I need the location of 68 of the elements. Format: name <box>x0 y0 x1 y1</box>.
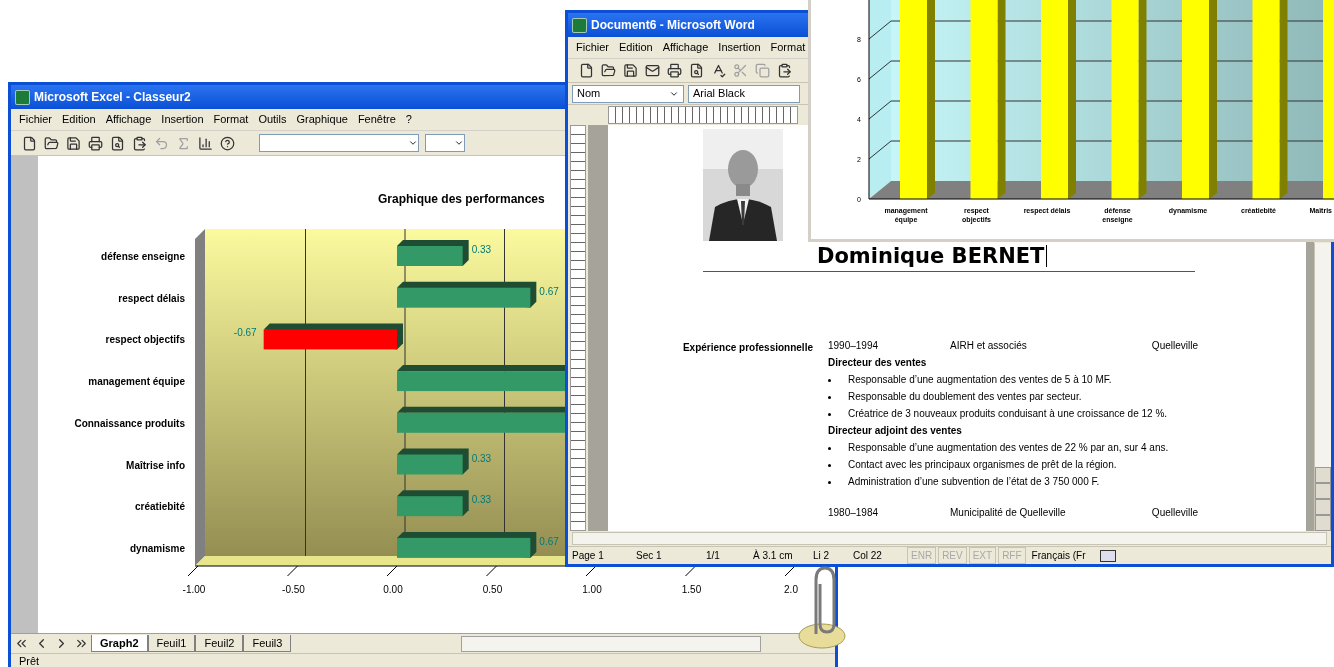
menu-item[interactable]: ? <box>405 111 412 128</box>
status-pages: 1/1 <box>706 549 721 563</box>
axis-label: 0.50 <box>482 584 503 595</box>
data-label: -0.67 <box>233 327 257 339</box>
axis-label: 1.00 <box>582 584 602 595</box>
city: Quelleville <box>1151 340 1198 352</box>
menu-item[interactable]: Affichage <box>662 39 709 56</box>
font-dropdown[interactable]: Arial Black <box>688 84 800 103</box>
window-title: Document6 - Microsoft Word <box>591 17 755 34</box>
status-text: Prêt <box>19 654 40 667</box>
job-period: 1980–1984 <box>828 507 880 519</box>
name-heading: Dominique BERNET <box>817 243 1045 269</box>
employer: AIRH et associés <box>950 340 1028 352</box>
sheet-tab[interactable]: Feuil2 <box>195 634 244 653</box>
employer: Municipalité de Quelleville <box>950 507 1067 519</box>
bullet-text: Contact avec les principaux organismes de prêt de la région. <box>848 459 1117 471</box>
category-label: Connaissance produits <box>74 417 185 429</box>
bullet-text: Responsable d’une augmentation des ventes de 5 à 10 MF. <box>848 374 1112 386</box>
menu-item[interactable]: Format <box>213 111 249 128</box>
status-position: À 3.1 cm <box>753 548 794 563</box>
menu-item[interactable]: Fichier <box>19 111 52 128</box>
category-label: respect délais <box>118 292 185 304</box>
city: Quelleville <box>1151 507 1198 519</box>
bullet-text: Responsable du doublement des ventes par secteur. <box>848 391 1082 403</box>
chart-title: Graphique des performances <box>378 192 545 206</box>
status-language: Français (Fr <box>1031 549 1086 563</box>
status-column: Col 22 <box>853 548 905 563</box>
menu-item[interactable]: Fichier <box>576 39 609 56</box>
style-dropdown[interactable]: Nom <box>572 84 684 103</box>
section-heading: Expérience professionnelle <box>681 341 813 355</box>
axis-label: -0.50 <box>282 584 305 595</box>
axis-label: 1.50 <box>681 584 702 595</box>
sheet-tab[interactable]: Feuil3 <box>243 634 292 653</box>
menu-item[interactable]: Fenêtre <box>357 111 396 128</box>
job-period: 1990–1994 <box>828 340 880 352</box>
data-label: 0.67 <box>539 285 559 297</box>
category-label: respect objectifs <box>105 334 185 346</box>
status-page: Page 1 <box>572 549 605 563</box>
data-label: 0.33 <box>471 244 492 255</box>
data-label: 0.33 <box>471 452 492 464</box>
category-label: Maîtrise info <box>126 459 185 471</box>
bullet-text: Administration d’une subvention de l’état de 3 750 000 F. <box>848 476 1100 488</box>
data-label: 0.33 <box>471 494 492 506</box>
category-label: créatiebité <box>134 501 185 513</box>
menu-item[interactable]: Format <box>770 39 806 56</box>
axis-label: 0.00 <box>383 584 403 595</box>
menu-item[interactable]: Affichage <box>105 111 152 128</box>
category-label: dynamisme <box>129 542 185 554</box>
window-title: Microsoft Excel - Classeur2 <box>34 89 191 106</box>
menu-item[interactable]: Edition <box>62 111 96 128</box>
data-label: 0.67 <box>539 535 559 547</box>
role-title: Directeur des ventes <box>828 357 928 369</box>
menu-item[interactable]: Graphique <box>296 111 348 128</box>
role-title: Directeur adjoint des ventes <box>828 425 963 437</box>
axis-label: 2.0 <box>784 584 798 595</box>
menu-item[interactable]: Insertion <box>161 111 204 128</box>
bullet-text: Responsable d’une augmentation des ventes de 22 % par an, sur 4 ans. <box>848 442 1169 454</box>
axis-label: -1.00 <box>182 584 206 595</box>
menu-item[interactable]: Insertion <box>718 39 761 56</box>
status-section: Sec 1 <box>636 548 704 563</box>
status-line: Li 2 <box>813 549 831 563</box>
category-label: management équipe <box>88 376 185 388</box>
menu-item[interactable]: Outils <box>258 111 287 128</box>
sheet-tab[interactable]: Graph2 <box>91 634 148 653</box>
bullet-text: Créatrice de 3 nouveaux produits conduisant à une croissance de 12 %. <box>848 408 1168 420</box>
category-label: défense enseigne <box>101 251 185 262</box>
menu-item[interactable]: Edition <box>619 39 653 56</box>
sheet-tab[interactable]: Feuil1 <box>147 634 196 653</box>
